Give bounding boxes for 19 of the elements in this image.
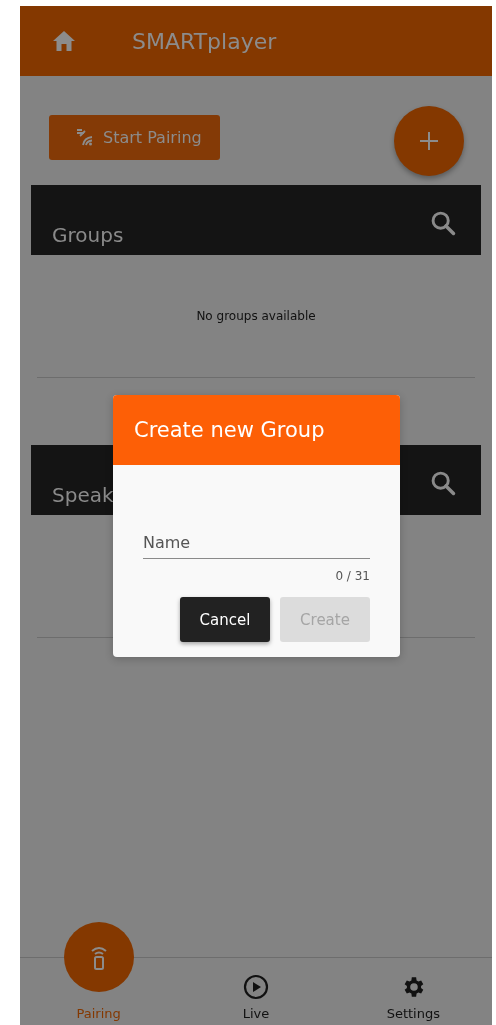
empty-message: No groups available <box>196 309 316 323</box>
search-icon <box>429 209 457 237</box>
section-title: Groups <box>52 223 124 247</box>
name-field[interactable]: Name <box>143 529 370 559</box>
search-icon <box>429 469 457 497</box>
character-counter: 0 / 31 <box>335 569 370 583</box>
app-title: SMARTplayer <box>132 28 277 54</box>
home-icon[interactable] <box>52 30 76 52</box>
search-button[interactable] <box>429 209 457 237</box>
section-title: Speak <box>52 483 114 507</box>
nav-tab[interactable]: Settings <box>334 958 492 1025</box>
pairing-icon <box>75 128 95 146</box>
nav-tab[interactable]: Live <box>177 958 335 1025</box>
remote-icon <box>89 944 108 970</box>
plus-icon <box>419 131 439 151</box>
play-icon <box>243 974 269 1000</box>
search-button[interactable] <box>429 469 457 497</box>
dialog-title: Create new Group <box>134 418 325 442</box>
dialog-button[interactable]: Cancel <box>180 597 270 642</box>
